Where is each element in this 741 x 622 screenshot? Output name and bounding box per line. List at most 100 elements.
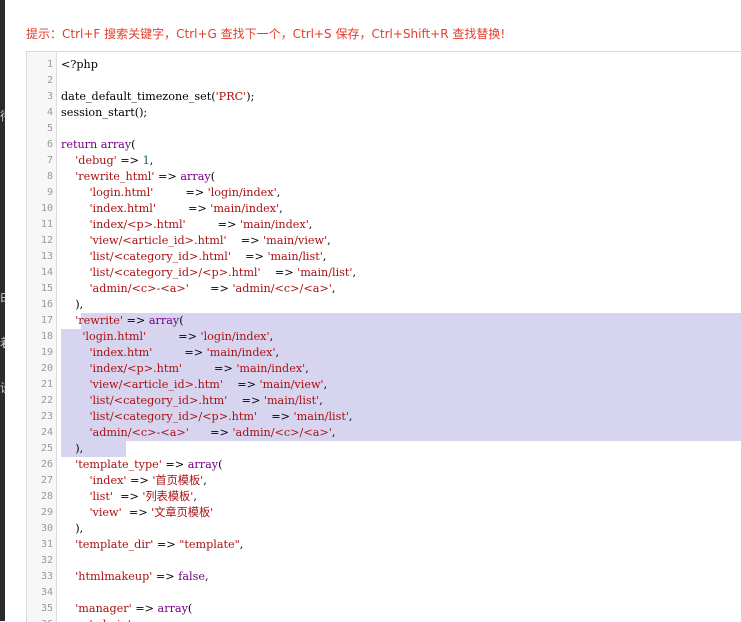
code-line[interactable]: 23 'list/<category_id>/<p>.htm' => 'main… (27, 409, 741, 425)
code-line[interactable]: 15 'admin/<c>-<a>' => 'admin/<c>/<a>', (27, 281, 741, 297)
code-line[interactable]: 17 'rewrite' => array( (27, 313, 741, 329)
code-text: 'view/<article_id>.htm' => 'main/view', (89, 378, 328, 391)
line-number: 31 (40, 539, 53, 550)
code-line[interactable]: 31 'template_dir' => "template", (27, 537, 741, 553)
line-number: 32 (40, 555, 53, 566)
code-line[interactable]: 6 return array( (27, 137, 741, 153)
line-number: 9 (46, 187, 53, 198)
code-text: 'list/<category_id>/<p>.html' => 'main/l… (89, 266, 357, 279)
code-line[interactable]: 18 'login.html' => 'login/index', (27, 329, 741, 345)
code-line[interactable]: 21 'view/<article_id>.htm' => 'main/view… (27, 377, 741, 393)
code-line[interactable]: 34 (27, 585, 741, 601)
code-text: 'htmlmakeup' => false, (75, 570, 209, 583)
line-number: 28 (40, 491, 53, 502)
shortcut-hint: 提示：Ctrl+F 搜索关键字，Ctrl+G 查找下一个，Ctrl+S 保存，C… (26, 27, 506, 41)
code-line[interactable]: 5 (27, 121, 741, 137)
line-number: 23 (40, 411, 53, 422)
code-line[interactable]: 33 'htmlmakeup' => false, (27, 569, 741, 585)
code-text: 'template_dir' => "template", (75, 538, 244, 551)
code-text: 'manager' => array( (75, 602, 193, 615)
line-number: 36 (27, 617, 53, 622)
code-line[interactable]: 1 <?php (27, 57, 741, 73)
line-number: 16 (40, 299, 53, 310)
line-number: 7 (46, 155, 53, 166)
code-line[interactable]: 12 'view/<article_id>.html' => 'main/vie… (27, 233, 741, 249)
line-number: 22 (40, 395, 53, 406)
code-line[interactable]: 30 ), (27, 521, 741, 537)
code-area[interactable]: 1 <?php 2 3 date_default_timezone_set('PRC')… (27, 57, 741, 622)
line-number: 19 (40, 347, 53, 358)
code-text: 'list' => '列表模板', (89, 490, 197, 503)
code-editor[interactable]: 1 <?php 2 3 date_default_timezone_set('PRC')… (26, 51, 741, 622)
code-line[interactable]: 7 'debug' => 1, (27, 153, 741, 169)
line-number: 4 (46, 107, 53, 118)
code-text: 'index/<p>.html' => 'main/index', (89, 218, 313, 231)
code-line[interactable]: 24 'admin/<c>-<a>' => 'admin/<c>/<a>', (27, 425, 741, 441)
line-number: 30 (40, 523, 53, 534)
line-number: 3 (46, 91, 53, 102)
code-line[interactable]: 13 'list/<category_id>.html' => 'main/li… (27, 249, 741, 265)
code-line[interactable]: 25 ), (27, 441, 741, 457)
code-line[interactable]: 3 date_default_timezone_set('PRC'); (27, 89, 741, 105)
code-line[interactable]: 20 'index/<p>.htm' => 'main/index', (27, 361, 741, 377)
code-text: ), (61, 442, 84, 455)
line-number: 2 (46, 75, 53, 86)
code-line[interactable]: 2 (27, 73, 741, 89)
code-line[interactable]: 27 'index' => '首页模板', (27, 473, 741, 489)
line-number: 25 (40, 443, 53, 454)
line-number: 21 (40, 379, 53, 390)
code-line[interactable]: 26 'template_type' => array( (27, 457, 741, 473)
line-number: 20 (40, 363, 53, 374)
code-text: 'view' => '文章页模板' (89, 506, 214, 519)
code-text: 'list/<category_id>.html' => 'main/list'… (89, 250, 327, 263)
code-text: 'index.htm' => 'main/index', (89, 346, 280, 359)
left-edge-strip: 待 由 着 设 (0, 0, 5, 621)
line-number: 10 (40, 203, 53, 214)
left-strip-glyph: 由 (0, 290, 5, 304)
code-text: 'index.html' => 'main/index', (89, 202, 283, 215)
line-number: 5 (46, 123, 53, 134)
code-line[interactable]: 8 'rewrite_html' => array( (27, 169, 741, 185)
line-number: 27 (40, 475, 53, 486)
code-line[interactable]: 36 'admin' (27, 617, 741, 622)
code-text: ), (61, 298, 84, 311)
line-number: 8 (46, 171, 53, 182)
code-line[interactable]: 10 'index.html' => 'main/index', (27, 201, 741, 217)
line-number: 14 (40, 267, 53, 278)
code-text: 'rewrite_html' => array( (75, 170, 216, 183)
code-text: ), (61, 522, 84, 535)
code-text: 'list/<category_id>.htm' => 'main/list', (89, 394, 323, 407)
code-line[interactable]: 29 'view' => '文章页模板' (27, 505, 741, 521)
code-text: 'rewrite' => array( (75, 314, 184, 327)
line-number: 29 (40, 507, 53, 518)
line-number: 34 (40, 587, 53, 598)
code-line[interactable]: 22 'list/<category_id>.htm' => 'main/lis… (27, 393, 741, 409)
code-text: 'login.html' => 'login/index', (89, 186, 281, 199)
code-text: return array( (61, 138, 136, 151)
code-line[interactable]: 16 ), (27, 297, 741, 313)
code-line[interactable]: 4 session_start(); (27, 105, 741, 121)
line-number: 13 (40, 251, 53, 262)
left-strip-glyph: 设 (0, 381, 5, 395)
code-text: 'debug' => 1, (75, 154, 154, 167)
code-line[interactable]: 14 'list/<category_id>/<p>.html' => 'mai… (27, 265, 741, 281)
line-number: 35 (40, 603, 53, 614)
code-line[interactable]: 9 'login.html' => 'login/index', (27, 185, 741, 201)
code-text: 'index' => '首页模板', (89, 474, 207, 487)
line-number: 24 (40, 427, 53, 438)
line-number: 17 (40, 315, 53, 326)
line-number: 6 (46, 139, 53, 150)
code-text: 'admin' (61, 617, 134, 622)
code-line[interactable]: 32 (27, 553, 741, 569)
code-line[interactable]: 19 'index.htm' => 'main/index', (27, 345, 741, 361)
code-line[interactable]: 11 'index/<p>.html' => 'main/index', (27, 217, 741, 233)
code-line[interactable]: 35 'manager' => array( (27, 601, 741, 617)
line-number: 26 (40, 459, 53, 470)
code-text: <?php (61, 58, 98, 71)
left-strip-glyph: 着 (0, 336, 5, 350)
line-number: 11 (40, 219, 53, 230)
line-number: 15 (40, 283, 53, 294)
code-text: 'login.html' => 'login/index', (82, 330, 274, 343)
line-number: 18 (40, 331, 53, 342)
code-line[interactable]: 28 'list' => '列表模板', (27, 489, 741, 505)
